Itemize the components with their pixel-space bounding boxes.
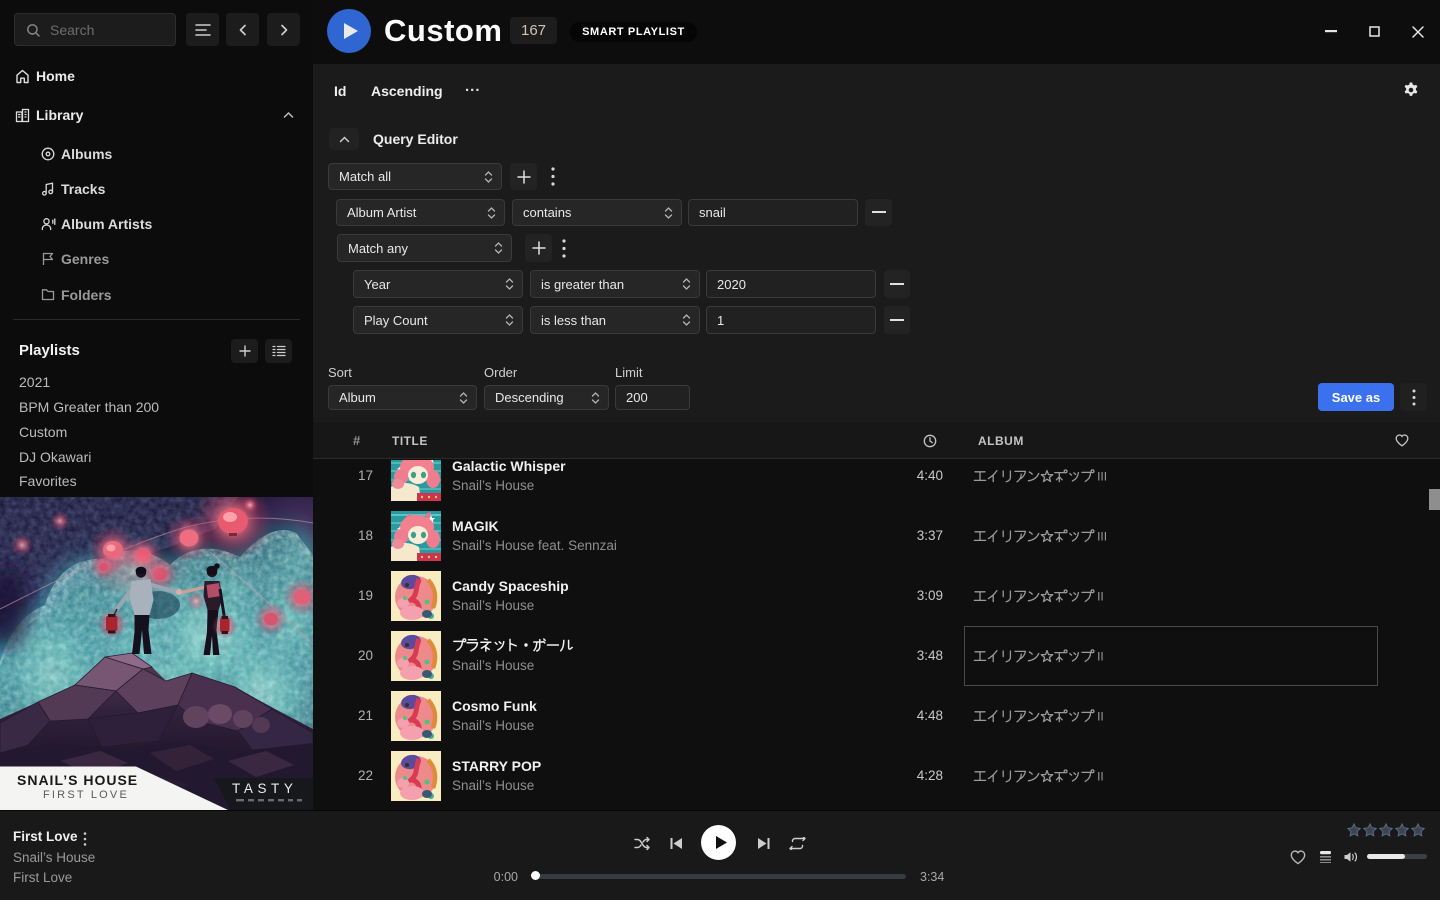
svg-text:SNAIL’S HOUSE: SNAIL’S HOUSE — [17, 772, 138, 788]
svg-text:II: II — [1097, 650, 1104, 664]
svg-text:FIRST LOVE: FIRST LOVE — [43, 789, 129, 801]
svg-text:III: III — [1097, 530, 1107, 544]
svg-text:III: III — [1097, 470, 1107, 484]
svg-text:II: II — [1097, 590, 1104, 604]
svg-text:II: II — [1097, 710, 1104, 724]
svg-text:II: II — [1097, 770, 1104, 784]
svg-text:TASTY: TASTY — [232, 781, 298, 796]
